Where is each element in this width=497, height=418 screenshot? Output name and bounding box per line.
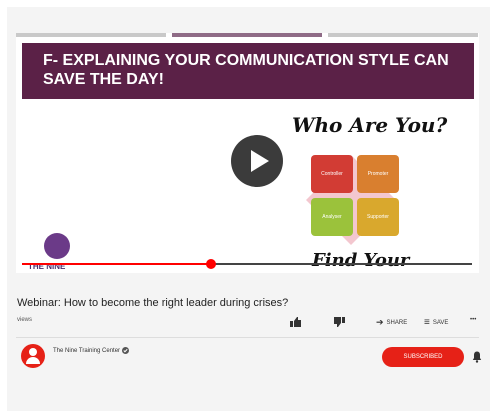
verified-badge-icon	[122, 347, 130, 354]
play-button[interactable]	[231, 135, 283, 187]
video-title: Webinar: How to become the right leader …	[17, 297, 289, 309]
divider	[16, 337, 479, 338]
share-arrow-icon: ➔	[376, 317, 384, 327]
channel-info[interactable]: The Nine Training Center	[53, 347, 130, 354]
progress-bar[interactable]	[22, 259, 472, 269]
channel-name: The Nine Training Center	[53, 347, 121, 354]
channel-avatar[interactable]	[21, 344, 45, 368]
like-button[interactable]	[290, 317, 302, 327]
dislike-button[interactable]	[333, 317, 345, 327]
playlist-add-icon: ≡	[424, 317, 430, 328]
progress-scrubber[interactable]	[206, 259, 216, 269]
progress-fill	[22, 263, 211, 265]
company-logo-icon	[44, 233, 70, 259]
slide-footer-text: Find Your	[312, 250, 410, 271]
save-button[interactable]: ≡ SAVE	[424, 317, 448, 328]
subscribe-button[interactable]: SUBSCRIBED	[382, 347, 464, 367]
save-label: SAVE	[432, 319, 449, 326]
more-actions-button[interactable]: •••	[470, 317, 476, 323]
quadrant-analyser: Analyser	[311, 198, 353, 236]
video-player[interactable]: F- EXPLAINING YOUR COMMUNICATION STYLE C…	[16, 33, 479, 273]
slide-question: Who Are You?	[292, 113, 448, 137]
thumbs-down-icon	[334, 317, 345, 327]
quadrant-supporter: Supporter	[357, 198, 399, 236]
more-icon: •••	[470, 317, 477, 323]
thumbs-up-icon	[290, 317, 301, 327]
quadrant-promoter: Promoter	[357, 155, 399, 193]
slide-top-bars	[16, 33, 479, 39]
bell-icon[interactable]	[472, 351, 482, 363]
share-label: SHARE	[386, 319, 408, 326]
views-count: views	[17, 317, 33, 323]
quadrant-controller: Controller	[311, 155, 353, 193]
slide-title: F- EXPLAINING YOUR COMMUNICATION STYLE C…	[22, 43, 474, 99]
share-button[interactable]: ➔ SHARE	[376, 317, 407, 328]
